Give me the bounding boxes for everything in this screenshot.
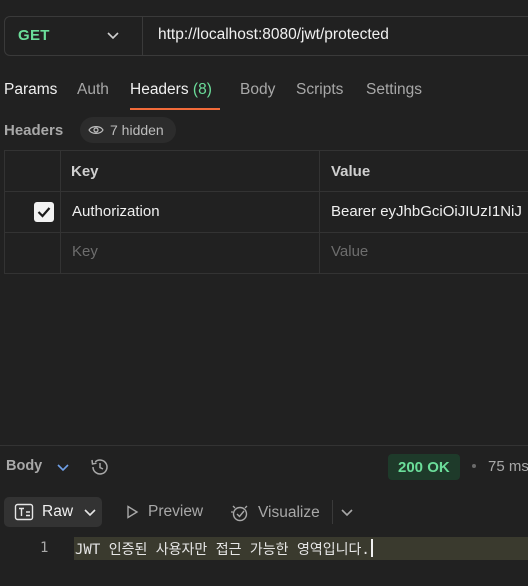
preview-view-button[interactable]: Preview	[124, 503, 203, 521]
eye-icon	[88, 126, 104, 134]
tab-headers[interactable]: Headers (8)	[130, 81, 212, 99]
preview-view-label: Preview	[148, 503, 204, 520]
tab-settings[interactable]: Settings	[366, 81, 422, 99]
response-divider	[0, 445, 528, 446]
text-cursor	[370, 539, 373, 557]
text-format-icon	[14, 503, 34, 521]
checkmark-icon	[37, 207, 51, 218]
hidden-headers-toggle[interactable]: 7 hidden	[80, 117, 176, 143]
column-header-key: Key	[71, 163, 99, 180]
visualize-icon	[231, 505, 248, 522]
visualize-view-label: Visualize	[258, 504, 320, 521]
visualize-view-button[interactable]: Visualize	[230, 503, 320, 523]
column-header-value: Value	[331, 163, 371, 180]
table-column-divider	[60, 150, 61, 273]
tab-params[interactable]: Params	[4, 81, 57, 99]
play-icon	[127, 505, 139, 519]
response-body-text: JWT 인증된 사용자만 접근 가능한 영역입니다.	[75, 542, 370, 558]
headers-section-title: Headers	[4, 122, 64, 139]
line-number: 1	[40, 540, 49, 556]
chevron-down-icon[interactable]	[56, 460, 70, 474]
raw-view-button[interactable]: Raw	[4, 497, 102, 527]
header-enabled-checkbox[interactable]	[34, 202, 54, 222]
header-value-cell[interactable]: Bearer eyJhbGciOiJIUzI1NiJ	[331, 203, 528, 220]
chevron-down-icon[interactable]	[106, 28, 120, 42]
status-badge: 200 OK	[388, 454, 460, 480]
tab-headers-label: Headers	[130, 81, 189, 98]
toolbar-divider	[332, 500, 333, 524]
method-select[interactable]: GET	[18, 27, 50, 44]
response-time: 75 ms	[488, 458, 528, 475]
table-column-divider	[319, 150, 320, 273]
table-divider	[4, 232, 528, 233]
raw-view-label: Raw	[42, 503, 74, 520]
url-divider	[142, 17, 143, 55]
tab-scripts[interactable]: Scripts	[296, 81, 343, 99]
chevron-down-icon[interactable]	[340, 505, 354, 519]
new-header-key-input[interactable]: Key	[72, 243, 98, 260]
tab-auth[interactable]: Auth	[77, 81, 109, 99]
header-key-cell[interactable]: Authorization	[72, 203, 160, 220]
hidden-headers-label: 7 hidden	[110, 122, 164, 138]
tab-headers-count: (8)	[192, 81, 212, 98]
table-divider	[4, 191, 528, 192]
new-header-value-input[interactable]: Value	[331, 243, 368, 260]
url-input[interactable]: http://localhost:8080/jwt/protected	[158, 26, 389, 44]
active-tab-indicator	[130, 108, 220, 110]
separator-dot	[472, 464, 476, 468]
history-icon[interactable]	[89, 456, 111, 478]
response-body-label[interactable]: Body	[6, 458, 42, 474]
response-body-line[interactable]: JWT 인증된 사용자만 접근 가능한 영역입니다.	[75, 539, 373, 559]
tab-body[interactable]: Body	[240, 81, 275, 99]
chevron-down-icon	[84, 509, 96, 517]
